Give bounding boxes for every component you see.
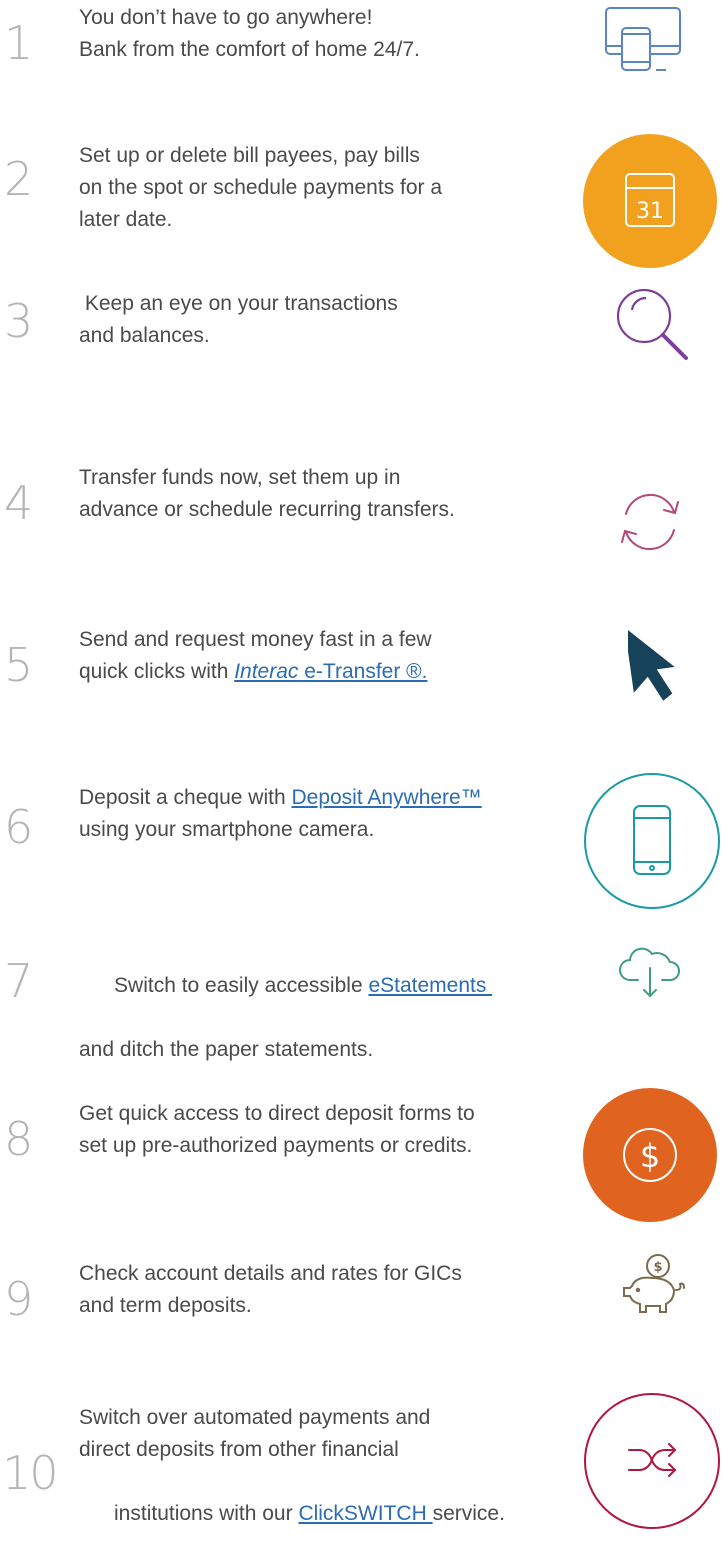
svg-text:$: $ — [653, 1260, 662, 1275]
smartphone-icon — [583, 772, 721, 910]
feature-text: Get quick access to direct deposit forms… — [79, 1102, 475, 1157]
feature-number: 10 — [2, 1446, 59, 1500]
feature-text: Transfer funds now, set them up in advan… — [79, 466, 455, 521]
feature-text: Switch to easily accessible eStatements … — [79, 974, 493, 1061]
clickswitch-link[interactable]: ClickSWITCH — [298, 1502, 432, 1525]
feature-number: 5 — [4, 638, 34, 692]
piggy-bank-icon: $ — [618, 1252, 688, 1318]
feature-text: Send and request money fast in a few qui… — [79, 628, 432, 683]
feature-text: Keep an eye on your transactions and bal… — [79, 292, 398, 347]
interac-etransfer-link[interactable]: Interac e-Transfer ®. — [234, 660, 427, 683]
dollar-icon: $ — [583, 1088, 717, 1222]
cursor-icon — [628, 624, 676, 708]
feature-number: 9 — [4, 1272, 34, 1326]
feature-number: 6 — [4, 800, 34, 854]
feature-number: 1 — [4, 16, 34, 70]
svg-text:31: 31 — [636, 199, 664, 224]
feature-text: Set up or delete bill payees, pay bills … — [79, 144, 443, 231]
feature-text: Check account details and rates for GICs… — [79, 1262, 462, 1317]
estatements-link[interactable]: eStatements — [368, 974, 492, 997]
feature-number: 8 — [4, 1112, 34, 1166]
feature-text: Deposit a cheque with Deposit Anywhere™ … — [79, 786, 482, 841]
feature-number: 4 — [4, 476, 34, 530]
devices-icon — [604, 6, 684, 72]
svg-text:$: $ — [640, 1137, 660, 1175]
feature-number: 3 — [4, 294, 34, 348]
cloud-download-icon — [618, 946, 682, 998]
feature-number: 2 — [4, 152, 34, 206]
shuffle-icon — [583, 1392, 721, 1530]
feature-text: You don’t have to go anywhere! Bank from… — [79, 6, 420, 61]
feature-number: 7 — [4, 954, 34, 1008]
calendar-icon: 31 — [583, 134, 717, 268]
refresh-icon — [618, 490, 682, 554]
feature-text: Switch over automated payments and direc… — [79, 1406, 505, 1525]
magnifier-icon — [612, 284, 692, 364]
deposit-anywhere-link[interactable]: Deposit Anywhere™ — [291, 786, 481, 809]
